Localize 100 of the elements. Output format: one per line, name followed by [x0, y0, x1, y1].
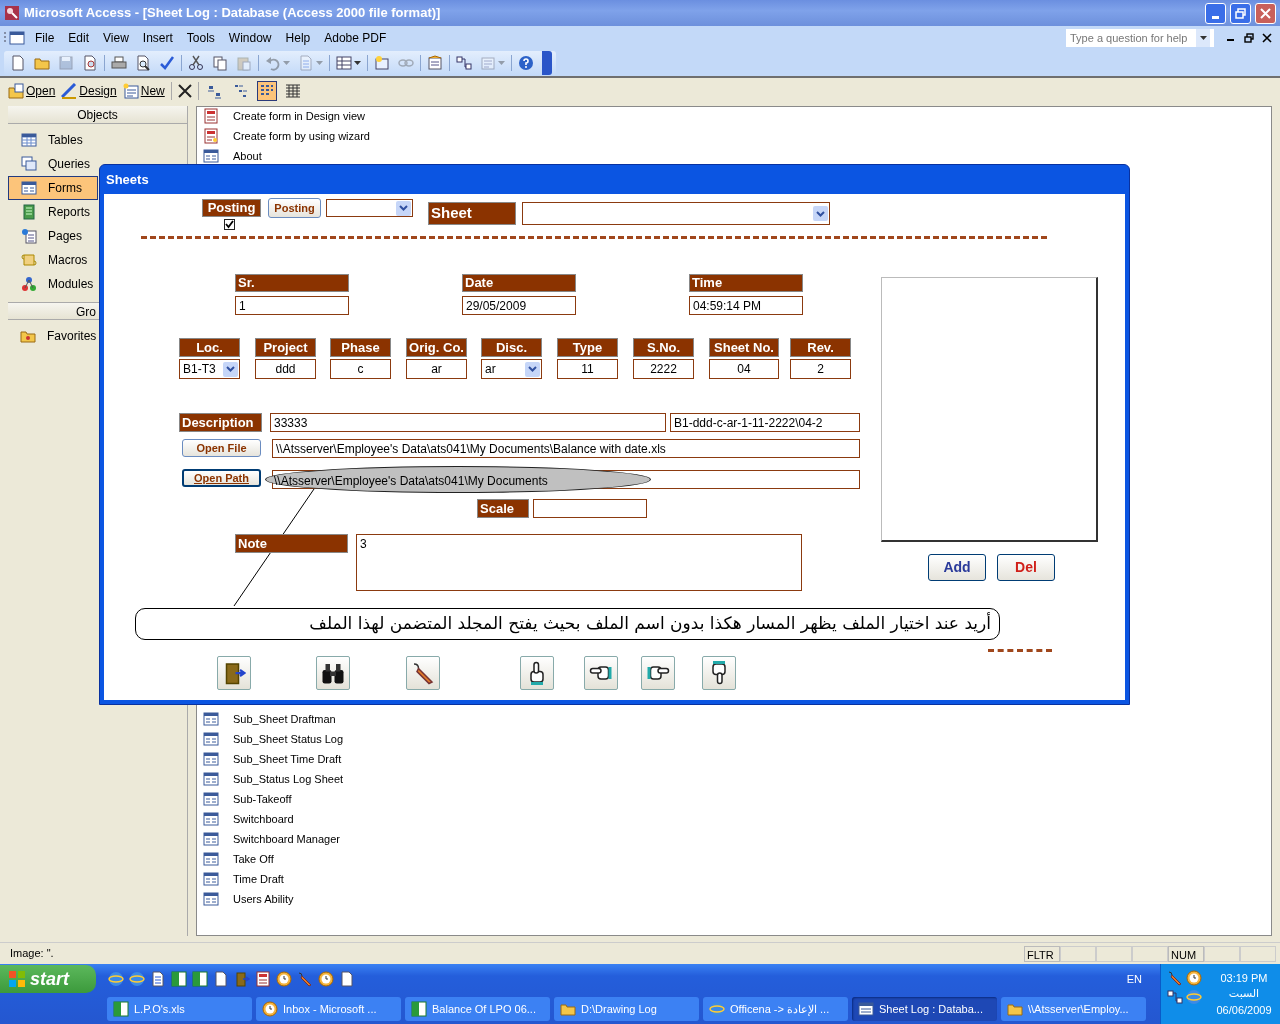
- text-field[interactable]: ar: [406, 359, 467, 379]
- dropdown-button[interactable]: [525, 361, 540, 377]
- taskbar-button[interactable]: Balance Of LPO 06...: [405, 997, 550, 1021]
- list-item[interactable]: Create form in Design view: [203, 108, 366, 124]
- object-type-item[interactable]: Forms: [8, 176, 98, 200]
- printer-icon: [111, 55, 127, 71]
- object-type-item[interactable]: Pages: [8, 224, 98, 248]
- restore-button[interactable]: [1230, 2, 1251, 24]
- combo-box[interactable]: ar: [481, 359, 542, 379]
- object-type-item[interactable]: Queries: [8, 152, 98, 176]
- query-icon: [21, 156, 37, 172]
- combo-box[interactable]: [326, 199, 413, 217]
- text-field[interactable]: 2222: [633, 359, 694, 379]
- object-type-item[interactable]: Tables: [8, 128, 98, 152]
- restore-icon: [1235, 7, 1246, 19]
- spreadsheet-icon: [411, 1001, 427, 1017]
- close-icon[interactable]: [1262, 33, 1272, 43]
- list-item[interactable]: Sub-Takeoff: [203, 789, 292, 809]
- delete-icon[interactable]: [177, 84, 192, 98]
- taskbar-button[interactable]: D:\Drawing Log: [554, 997, 699, 1021]
- view-button[interactable]: [256, 81, 277, 101]
- list-item[interactable]: Take Off: [203, 849, 274, 869]
- list-item[interactable]: Users Ability: [203, 889, 294, 909]
- binoculars-icon: [321, 661, 345, 685]
- list-item[interactable]: Switchboard: [203, 809, 294, 829]
- taskbar-button[interactable]: Sheet Log : Databa...: [852, 997, 997, 1021]
- text-field[interactable]: 33333: [270, 413, 666, 432]
- toolbar-button[interactable]: [186, 53, 206, 73]
- list-item[interactable]: Sub_Status Log Sheet: [203, 769, 344, 789]
- taskbar-button[interactable]: L.P.O's.xls: [107, 997, 252, 1021]
- minimize-button[interactable]: [1205, 2, 1226, 24]
- folder-icon: [560, 1001, 576, 1017]
- menu-item[interactable]: Edit: [61, 29, 97, 47]
- group-item[interactable]: Favorites: [8, 324, 98, 348]
- taskbar-button[interactable]: Officena -> الإعادة ...: [703, 997, 848, 1021]
- form-button[interactable]: Open File: [182, 439, 261, 457]
- combo-box[interactable]: [522, 202, 830, 225]
- language-indicator[interactable]: EN: [1126, 970, 1142, 988]
- list-item[interactable]: Sub_Sheet Time Draft: [203, 749, 342, 769]
- text-field[interactable]: 04: [709, 359, 779, 379]
- taskbar-button[interactable]: \\Atsserver\Employ...: [1001, 997, 1146, 1021]
- menu-item[interactable]: File: [28, 29, 62, 47]
- form-button[interactable]: Open Path: [182, 469, 261, 487]
- close-icon: [1260, 7, 1271, 19]
- toolbar-button[interactable]: Design: [61, 81, 117, 101]
- combo-box[interactable]: B1-T3: [179, 359, 240, 379]
- restore-icon[interactable]: [1244, 33, 1254, 43]
- menu-item[interactable]: Adobe PDF: [317, 29, 394, 47]
- form-button[interactable]: Posting: [268, 198, 321, 218]
- text-field[interactable]: 29/05/2009: [462, 296, 576, 315]
- text-field[interactable]: \\Atsserver\Employee's Data\ats041\My Documents\Balance with date.xls: [272, 439, 860, 458]
- list-item[interactable]: Sub_Sheet Status Log: [203, 729, 344, 749]
- object-type-item[interactable]: Macros: [8, 248, 98, 272]
- text-field[interactable]: B1-ddd-c-ar-1-11-2222\04-2: [670, 413, 860, 432]
- toolbar-button[interactable]: New: [122, 81, 165, 101]
- form-icon: [203, 711, 219, 727]
- text-field[interactable]: 04:59:14 PM: [689, 296, 803, 315]
- chevron-down-icon: [226, 366, 235, 372]
- object-type-item[interactable]: Modules: [8, 272, 98, 296]
- nav-button[interactable]: [520, 656, 554, 690]
- table-icon: [21, 132, 37, 148]
- nav-button[interactable]: [584, 656, 618, 690]
- nav-button[interactable]: [641, 656, 675, 690]
- list-item[interactable]: Create form by using wizard: [203, 128, 370, 144]
- form-icon: [203, 751, 219, 767]
- close-button[interactable]: [1255, 2, 1276, 24]
- help-search-field[interactable]: Type a question for help: [1066, 29, 1214, 47]
- nav-button[interactable]: [316, 656, 350, 690]
- menu-item[interactable]: View: [96, 29, 136, 47]
- list-item[interactable]: About: [203, 148, 262, 164]
- taskbar-button[interactable]: Inbox - Microsoft ...: [256, 997, 401, 1021]
- form-button[interactable]: Add: [928, 554, 986, 581]
- menu-item[interactable]: Insert: [135, 29, 180, 47]
- nav-button[interactable]: [217, 656, 251, 690]
- text-field[interactable]: 2: [790, 359, 851, 379]
- toolbar-button[interactable]: Open: [8, 81, 56, 101]
- dropdown-button[interactable]: [223, 361, 238, 377]
- menu-item[interactable]: Help: [278, 29, 318, 47]
- menu-item[interactable]: Window: [221, 29, 279, 47]
- text-field[interactable]: 1: [235, 296, 349, 315]
- object-type-item[interactable]: Reports: [8, 200, 98, 224]
- text-field[interactable]: ddd: [255, 359, 316, 379]
- window-menu-icon[interactable]: [4, 30, 28, 46]
- list-item[interactable]: Time Draft: [203, 869, 284, 889]
- posting-checkbox[interactable]: [224, 219, 235, 230]
- nav-button[interactable]: [702, 656, 736, 690]
- form-button[interactable]: Del: [997, 554, 1055, 581]
- exit-door-icon: [234, 971, 250, 987]
- text-field[interactable]: c: [330, 359, 391, 379]
- toolbar-button[interactable]: [334, 53, 363, 73]
- nav-button[interactable]: [406, 656, 440, 690]
- list-item[interactable]: Switchboard Manager: [203, 829, 340, 849]
- menu-item[interactable]: Tools: [179, 29, 222, 47]
- list-item[interactable]: Sub_Sheet Draftman: [203, 709, 336, 729]
- text-field[interactable]: 11: [557, 359, 618, 379]
- toolbar-button[interactable]: [454, 53, 474, 73]
- dropdown-button[interactable]: [813, 206, 828, 221]
- dropdown-button[interactable]: [396, 200, 411, 216]
- note-field[interactable]: 3: [356, 534, 802, 591]
- scale-field[interactable]: [533, 499, 647, 518]
